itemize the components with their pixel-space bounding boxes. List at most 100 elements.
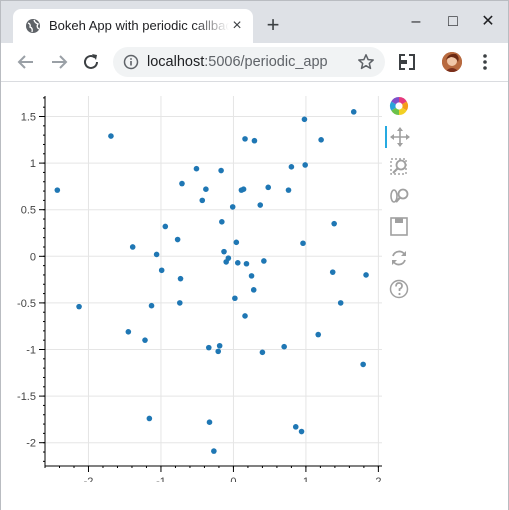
x-tick-label: 2 (375, 476, 381, 482)
scatter-point (232, 295, 238, 302)
scatter-point (221, 248, 227, 255)
scatter-point (248, 273, 255, 279)
scatter-point (240, 186, 247, 192)
scatter-point (242, 136, 248, 142)
bokeh-logo-icon[interactable] (385, 94, 413, 120)
address-bar[interactable]: localhost:5006/periodic_app (113, 47, 385, 77)
profile-image (442, 52, 462, 72)
help-icon[interactable] (385, 276, 413, 302)
scatter-point (363, 272, 369, 278)
maximize-button[interactable]: □ (444, 13, 462, 31)
pan-icon[interactable] (385, 124, 413, 150)
y-tick-label: -0.5 (17, 298, 36, 310)
scatter-point (148, 302, 155, 309)
box-zoom-icon[interactable] (385, 154, 413, 180)
y-tick-label: -1 (26, 345, 36, 357)
y-tick-label: 0.5 (21, 205, 36, 217)
forward-arrow-icon[interactable] (48, 51, 70, 73)
scatter-point (218, 167, 224, 174)
url-host: localhost (147, 54, 205, 70)
minimize-button[interactable]: – (407, 13, 425, 31)
star-icon[interactable] (357, 53, 375, 71)
scatter-point (125, 328, 132, 335)
scatter-point (292, 424, 299, 430)
scatter-point (76, 303, 82, 310)
scatter-point (329, 269, 336, 275)
scatter-point (285, 187, 292, 193)
scatter-point (54, 187, 61, 193)
url-text[interactable]: localhost:5006/periodic_app (147, 54, 328, 70)
window-close-button[interactable]: ✕ (479, 13, 497, 31)
plot-area[interactable] (45, 96, 382, 466)
scatter-point (265, 184, 272, 191)
back-arrow-icon[interactable] (15, 51, 37, 73)
scatter-point (219, 219, 225, 225)
scatter-point (300, 240, 306, 247)
scatter-point (261, 258, 267, 264)
scatter-point (234, 260, 241, 266)
scatter-point (350, 109, 357, 115)
info-icon[interactable] (123, 54, 139, 70)
page-content: -2 -1 0 1 2 1.5 1 0.5 0 -0.5 -1 -1.5 -2 (1, 82, 508, 510)
scatter-point (225, 255, 232, 261)
x-tick-label: -1 (156, 476, 166, 482)
scatter-point (337, 300, 344, 306)
y-tick-label: 1 (30, 158, 36, 170)
scatter-point (108, 133, 114, 139)
scatter-point (302, 162, 308, 168)
wheel-zoom-icon[interactable] (385, 184, 413, 210)
scatter-point (199, 197, 206, 204)
y-tick-label: 1.5 (21, 112, 36, 124)
x-tick-label: 1 (303, 476, 309, 482)
scatter-point (216, 342, 223, 349)
y-tick-label: -1.5 (17, 391, 36, 403)
scatter-point (242, 313, 248, 319)
save-icon[interactable] (385, 214, 413, 240)
scatter-point (315, 331, 322, 338)
title-bar: Bokeh App with periodic callback × + – □… (1, 1, 508, 43)
scatter-point (153, 251, 160, 258)
scatter-point (177, 300, 183, 306)
new-tab-button[interactable]: + (263, 14, 283, 36)
scatter-point (179, 180, 185, 187)
scatter-point (206, 419, 213, 425)
y-tick-label: 0 (30, 251, 36, 263)
scatter-plot[interactable]: -2 -1 0 1 2 1.5 1 0.5 0 -0.5 -1 -1.5 -2 (1, 82, 385, 482)
scatter-point (259, 349, 266, 356)
cast-icon[interactable] (397, 52, 417, 72)
scatter-point (281, 343, 287, 350)
kebab-menu-icon[interactable] (475, 52, 495, 72)
scatter-point (162, 223, 169, 230)
scatter-point (142, 337, 148, 343)
reload-icon[interactable] (80, 51, 102, 73)
browser-tab[interactable]: Bokeh App with periodic callback × (13, 9, 253, 43)
scatter-point (129, 244, 136, 250)
scatter-point (251, 137, 258, 144)
browser-window: Bokeh App with periodic callback × + – □… (0, 0, 509, 510)
scatter-point (298, 428, 305, 435)
scatter-point (233, 239, 240, 246)
avatar[interactable] (442, 52, 462, 72)
x-tick-label: -2 (84, 476, 94, 482)
scatter-point (229, 204, 236, 210)
reset-icon[interactable] (385, 245, 413, 271)
scatter-point (360, 361, 366, 368)
scatter-point (177, 275, 184, 282)
tab-close-icon[interactable]: × (229, 18, 245, 34)
tab-title: Bokeh App with periodic callback (49, 18, 229, 33)
url-path: :5006/periodic_app (204, 54, 328, 70)
scatter-point (250, 287, 257, 293)
scatter-point (211, 448, 217, 454)
scatter-point (193, 165, 200, 172)
scatter-point (215, 348, 222, 355)
y-tick-label: -2 (26, 438, 36, 450)
scatter-point (146, 415, 153, 422)
scatter-point (257, 202, 264, 208)
scatter-point (174, 236, 181, 243)
scatter-point (243, 260, 250, 267)
scatter-point (158, 267, 165, 274)
scatter-point (203, 186, 209, 192)
scatter-point (331, 220, 337, 227)
globe-icon (26, 19, 40, 33)
browser-toolbar: localhost:5006/periodic_app (1, 43, 508, 82)
